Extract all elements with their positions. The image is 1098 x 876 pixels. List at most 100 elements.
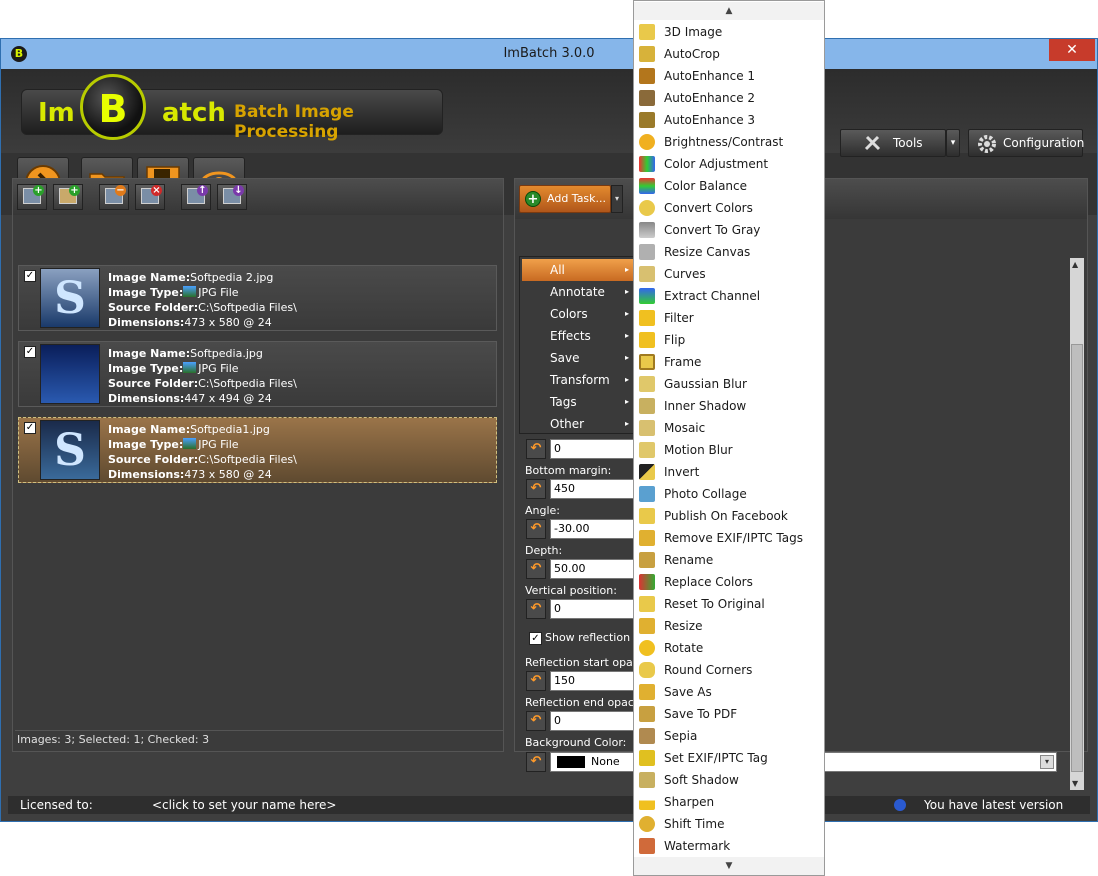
jpg-file-icon <box>183 438 197 449</box>
task-item-autoenhance-3[interactable]: AutoEnhance 3 <box>634 109 824 131</box>
task-item-color-balance[interactable]: Color Balance <box>634 175 824 197</box>
scroll-thumb[interactable] <box>1071 344 1083 772</box>
licensed-name-link[interactable]: <click to set your name here> <box>152 796 336 814</box>
task-item-resize-canvas[interactable]: Resize Canvas <box>634 241 824 263</box>
task-item-save-pdf[interactable]: Save To PDF <box>634 703 824 725</box>
property-value-input[interactable]: 0 <box>550 439 634 459</box>
task-item-round-corners[interactable]: Round Corners <box>634 659 824 681</box>
menu-scroll-up[interactable]: ▲ <box>634 2 824 20</box>
category-other[interactable]: Other ▸ <box>522 413 633 435</box>
category-colors[interactable]: Colors ▸ <box>522 303 633 325</box>
angle-input[interactable]: -30.00 <box>550 519 634 539</box>
task-item-resize[interactable]: Resize <box>634 615 824 637</box>
task-item-remove-exif[interactable]: Remove EXIF/IPTC Tags <box>634 527 824 549</box>
remove-all-button[interactable]: × <box>135 184 165 210</box>
reset-value-button[interactable]: ↶ <box>526 752 546 772</box>
reflection-start-input[interactable]: 150 <box>550 671 634 691</box>
task-item-save-as[interactable]: Save As <box>634 681 824 703</box>
task-item-convert-to-gray[interactable]: Convert To Gray <box>634 219 824 241</box>
scroll-up-icon[interactable]: ▲ <box>1072 260 1078 269</box>
reset-value-button[interactable]: ↶ <box>526 479 546 499</box>
reset-value-button[interactable]: ↶ <box>526 671 546 691</box>
scroll-down-icon[interactable]: ▼ <box>1072 779 1078 788</box>
task-item-invert[interactable]: Invert <box>634 461 824 483</box>
task-item-3d-image[interactable]: 3D Image <box>634 21 824 43</box>
task-item-rotate[interactable]: Rotate <box>634 637 824 659</box>
category-tags[interactable]: Tags ▸ <box>522 391 633 413</box>
tools-dropdown-button[interactable]: ▾ <box>946 129 960 157</box>
add-task-dropdown[interactable]: ▾ <box>611 185 623 213</box>
item-checkbox[interactable]: ✓ <box>24 270 36 282</box>
channel-icon <box>639 288 655 304</box>
task-item-watermark[interactable]: Watermark <box>634 835 824 857</box>
image-list-item-selected[interactable]: ✓ S Image Name:Softpedia1.jpg Image Type… <box>18 417 497 483</box>
task-item-autoenhance-2[interactable]: AutoEnhance 2 <box>634 87 824 109</box>
item-checkbox[interactable]: ✓ <box>24 422 36 434</box>
background-color-dropdown[interactable]: ▾ <box>824 752 1057 772</box>
task-item-rename[interactable]: Rename <box>634 549 824 571</box>
task-item-label: Sepia <box>664 729 698 743</box>
task-item-brightness-contrast[interactable]: Brightness/Contrast <box>634 131 824 153</box>
task-item-soft-shadow[interactable]: Soft Shadow <box>634 769 824 791</box>
task-item-mosaic[interactable]: Mosaic <box>634 417 824 439</box>
tag-icon <box>639 750 655 766</box>
task-item-sharpen[interactable]: Sharpen <box>634 791 824 813</box>
close-button[interactable]: ✕ <box>1049 39 1095 61</box>
task-item-label: Frame <box>664 355 702 369</box>
task-item-autocrop[interactable]: AutoCrop <box>634 43 824 65</box>
category-effects[interactable]: Effects ▸ <box>522 325 633 347</box>
task-item-frame[interactable]: Frame <box>634 351 824 373</box>
task-item-motion-blur[interactable]: Motion Blur <box>634 439 824 461</box>
add-folder-button[interactable]: + <box>53 184 83 210</box>
show-reflection-checkbox[interactable]: ✓ <box>529 632 542 645</box>
move-up-button[interactable]: ↑ <box>181 184 211 210</box>
background-color-picker[interactable]: None <box>550 752 634 772</box>
move-down-button[interactable]: ↓ <box>217 184 247 210</box>
depth-input[interactable]: 50.00 <box>550 559 634 579</box>
category-annotate[interactable]: Annotate ▸ <box>522 281 633 303</box>
reset-value-button[interactable]: ↶ <box>526 519 546 539</box>
resize-icon <box>639 618 655 634</box>
tag-remove-icon <box>639 530 655 546</box>
task-item-reset-original[interactable]: Reset To Original <box>634 593 824 615</box>
vertical-position-input[interactable]: 0 <box>550 599 634 619</box>
save-as-icon <box>639 684 655 700</box>
reset-value-button[interactable]: ↶ <box>526 439 546 459</box>
reset-value-button[interactable]: ↶ <box>526 559 546 579</box>
add-task-button[interactable]: + Add Task... <box>519 185 611 213</box>
task-item-label: Extract Channel <box>664 289 761 303</box>
task-item-inner-shadow[interactable]: Inner Shadow <box>634 395 824 417</box>
scroll-down-icon: ▼ <box>725 861 733 871</box>
chevron-down-icon: ▾ <box>1040 755 1054 769</box>
item-checkbox[interactable]: ✓ <box>24 346 36 358</box>
task-item-replace-colors[interactable]: Replace Colors <box>634 571 824 593</box>
task-item-filter[interactable]: Filter <box>634 307 824 329</box>
task-item-flip[interactable]: Flip <box>634 329 824 351</box>
task-item-gaussian-blur[interactable]: Gaussian Blur <box>634 373 824 395</box>
menu-scroll-down[interactable]: ▼ <box>634 857 824 875</box>
tools-button[interactable]: Tools <box>840 129 946 157</box>
reflection-end-input[interactable]: 0 <box>550 711 634 731</box>
image-list-item[interactable]: ✓ Image Name:Softpedia.jpg Image Type: JP… <box>18 341 497 407</box>
task-item-extract-channel[interactable]: Extract Channel <box>634 285 824 307</box>
category-transform[interactable]: Transform ▸ <box>522 369 633 391</box>
bottom-margin-input[interactable]: 450 <box>550 479 634 499</box>
add-image-button[interactable]: + <box>17 184 47 210</box>
task-item-curves[interactable]: Curves <box>634 263 824 285</box>
task-item-label: Brightness/Contrast <box>664 135 784 149</box>
task-item-shift-time[interactable]: Shift Time <box>634 813 824 835</box>
task-item-convert-colors[interactable]: Convert Colors <box>634 197 824 219</box>
task-item-set-exif[interactable]: Set EXIF/IPTC Tag <box>634 747 824 769</box>
task-item-autoenhance-1[interactable]: AutoEnhance 1 <box>634 65 824 87</box>
remove-image-button[interactable]: − <box>99 184 129 210</box>
category-save[interactable]: Save ▸ <box>522 347 633 369</box>
task-item-photo-collage[interactable]: Photo Collage <box>634 483 824 505</box>
task-item-publish-facebook[interactable]: Publish On Facebook <box>634 505 824 527</box>
task-item-sepia[interactable]: Sepia <box>634 725 824 747</box>
reset-value-button[interactable]: ↶ <box>526 599 546 619</box>
configuration-button[interactable]: Configuration <box>968 129 1084 157</box>
reset-value-button[interactable]: ↶ <box>526 711 546 731</box>
category-all[interactable]: All ▸ <box>522 259 633 281</box>
image-list-item[interactable]: ✓ S Image Name:Softpedia 2.jpg Image Typ… <box>18 265 497 331</box>
task-item-color-adjustment[interactable]: Color Adjustment <box>634 153 824 175</box>
